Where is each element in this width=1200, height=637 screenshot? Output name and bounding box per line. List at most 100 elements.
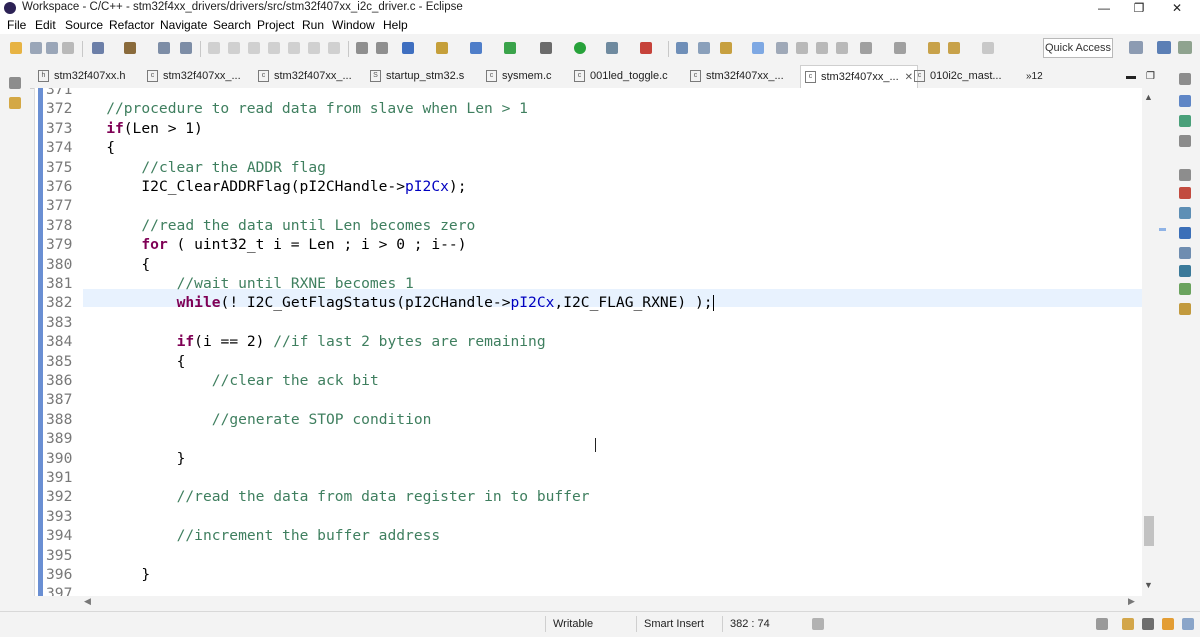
scroll-left-icon[interactable]: ◀ bbox=[84, 596, 91, 607]
toggle-mark-occurrences-icon[interactable] bbox=[752, 42, 764, 54]
editor-tab[interactable]: c stm32f407xx_... bbox=[258, 65, 352, 88]
editor-tab[interactable]: c sysmem.c bbox=[486, 65, 552, 88]
horizontal-scrollbar[interactable]: ◀ ▶ bbox=[34, 596, 1142, 608]
new-icon[interactable] bbox=[10, 42, 22, 54]
project-explorer-icon[interactable] bbox=[9, 97, 21, 109]
open-type-icon[interactable] bbox=[676, 42, 688, 54]
minimize-editor-icon[interactable]: ▬ bbox=[1126, 65, 1136, 88]
next-annotation-icon[interactable] bbox=[860, 42, 872, 54]
menu-help[interactable]: Help bbox=[383, 18, 408, 32]
open-element-icon[interactable] bbox=[698, 42, 710, 54]
run-debug-icon[interactable] bbox=[504, 42, 516, 54]
code-line[interactable]: 396} bbox=[35, 565, 1143, 584]
code-line[interactable]: 386 //clear the ack bit bbox=[35, 371, 1143, 390]
editor-tab[interactable]: h stm32f407xx.h bbox=[38, 65, 126, 88]
menu-search[interactable]: Search bbox=[213, 18, 251, 32]
menu-window[interactable]: Window bbox=[332, 18, 375, 32]
format-icon[interactable] bbox=[356, 42, 368, 54]
problems-icon[interactable] bbox=[1179, 187, 1191, 199]
forward-icon[interactable] bbox=[982, 42, 994, 54]
code-line[interactable]: 381 //wait until RXNE becomes 1 bbox=[35, 274, 1143, 293]
minimize-button[interactable]: — bbox=[1087, 0, 1121, 16]
tasks-icon[interactable] bbox=[1179, 207, 1191, 219]
resume-icon[interactable] bbox=[208, 42, 220, 54]
close-button[interactable]: ✕ bbox=[1160, 0, 1194, 16]
menu-project[interactable]: Project bbox=[257, 18, 294, 32]
code-line[interactable]: 382 while(! I2C_GetFlagStatus(pI2CHandle-… bbox=[35, 293, 1143, 312]
build-hammer-icon[interactable] bbox=[124, 42, 136, 54]
code-editor[interactable]: 371 372 //procedure to read data from slav… bbox=[34, 88, 1143, 596]
call-graph-icon[interactable] bbox=[1179, 265, 1191, 277]
task-list-icon[interactable] bbox=[1179, 135, 1191, 147]
editor-tab-active[interactable]: c stm32f407xx_... ✕ bbox=[800, 65, 919, 89]
code-line[interactable]: 371 bbox=[35, 88, 1143, 99]
toggle-highlight-icon[interactable] bbox=[776, 42, 788, 54]
overview-ruler[interactable] bbox=[1156, 88, 1170, 596]
progress-icon[interactable] bbox=[1179, 283, 1191, 295]
code-line[interactable]: 375 //clear the ADDR flag bbox=[35, 158, 1143, 177]
code-line[interactable]: 391 bbox=[35, 468, 1143, 487]
menu-edit[interactable]: Edit bbox=[35, 18, 56, 32]
block-selection-icon[interactable] bbox=[796, 42, 808, 54]
run-icon[interactable] bbox=[574, 42, 586, 54]
code-line[interactable]: 383 bbox=[35, 313, 1143, 332]
new-class-icon[interactable] bbox=[470, 42, 482, 54]
code-line[interactable]: 384 if(i == 2) //if last 2 bytes are rema… bbox=[35, 332, 1143, 351]
disconnect-icon[interactable] bbox=[268, 42, 280, 54]
terminate-icon[interactable] bbox=[248, 42, 260, 54]
build-all-icon[interactable] bbox=[92, 42, 104, 54]
new-project-icon[interactable] bbox=[402, 42, 414, 54]
search-view-icon[interactable] bbox=[1179, 303, 1191, 315]
maximize-editor-icon[interactable]: ❐ bbox=[1146, 65, 1155, 88]
code-line[interactable]: 376 I2C_ClearADDRFlag(pI2CHandle->pI2Cx); bbox=[35, 177, 1143, 196]
build-status-icon[interactable] bbox=[812, 618, 824, 630]
restore-view-icon[interactable] bbox=[9, 77, 21, 89]
restore-button[interactable]: ❐ bbox=[1122, 0, 1156, 16]
code-line[interactable]: 377 bbox=[35, 196, 1143, 215]
editor-tab[interactable]: c stm32f407xx_... bbox=[690, 65, 784, 88]
code-line[interactable]: 392 //read the data from data register in… bbox=[35, 487, 1143, 506]
open-project-icon[interactable] bbox=[1122, 618, 1134, 630]
edit-icon[interactable] bbox=[1162, 618, 1174, 630]
step-over-icon[interactable] bbox=[308, 42, 320, 54]
code-line[interactable]: 378 //read the data until Len becomes zer… bbox=[35, 216, 1143, 235]
code-line[interactable]: 389 bbox=[35, 429, 1143, 448]
code-line[interactable]: 394 //increment the buffer address bbox=[35, 526, 1143, 545]
coverage-icon[interactable] bbox=[640, 42, 652, 54]
restore-view-icon[interactable] bbox=[1179, 169, 1191, 181]
scroll-up-icon[interactable]: ▲ bbox=[1144, 92, 1153, 102]
menu-refactor[interactable]: Refactor bbox=[109, 18, 154, 32]
show-whitespace-icon[interactable] bbox=[836, 42, 848, 54]
new-folder-icon[interactable] bbox=[436, 42, 448, 54]
console-icon[interactable] bbox=[1179, 227, 1191, 239]
scroll-down-icon[interactable]: ▼ bbox=[1144, 580, 1153, 590]
restore-view-icon[interactable] bbox=[1179, 73, 1191, 85]
word-wrap-icon[interactable] bbox=[816, 42, 828, 54]
code-line[interactable]: 390} bbox=[35, 449, 1143, 468]
memory-icon[interactable] bbox=[1142, 618, 1154, 630]
debug-bug-icon[interactable] bbox=[540, 42, 552, 54]
back-icon[interactable] bbox=[948, 42, 960, 54]
code-line[interactable]: 393 bbox=[35, 507, 1143, 526]
editor-tab[interactable]: c 001led_toggle.c bbox=[574, 65, 668, 88]
open-perspective-icon[interactable] bbox=[1129, 41, 1143, 54]
code-line[interactable]: 374 { bbox=[35, 138, 1143, 157]
previous-annotation-icon[interactable] bbox=[894, 42, 906, 54]
skip-breakpoints-icon[interactable] bbox=[180, 42, 192, 54]
close-tab-icon[interactable]: ✕ bbox=[905, 72, 913, 83]
menu-run[interactable]: Run bbox=[302, 18, 324, 32]
outline-icon[interactable] bbox=[1179, 95, 1191, 107]
vertical-scrollbar[interactable]: ▲ ▼ bbox=[1142, 88, 1156, 596]
step-into-icon[interactable] bbox=[288, 42, 300, 54]
code-line[interactable]: 379 for ( uint32_t i = Len ; i > 0 ; i--) bbox=[35, 235, 1143, 254]
save-all-icon[interactable] bbox=[46, 42, 58, 54]
code-line[interactable]: 373 if(Len > 1) bbox=[35, 119, 1143, 138]
print-icon[interactable] bbox=[62, 42, 74, 54]
step-return-icon[interactable] bbox=[328, 42, 340, 54]
code-line[interactable]: 395 bbox=[35, 546, 1143, 565]
suspend-icon[interactable] bbox=[228, 42, 240, 54]
filter-icon[interactable] bbox=[376, 42, 388, 54]
code-line[interactable]: 387 bbox=[35, 390, 1143, 409]
save-icon[interactable] bbox=[30, 42, 42, 54]
c-cpp-perspective-icon[interactable] bbox=[1157, 41, 1171, 54]
